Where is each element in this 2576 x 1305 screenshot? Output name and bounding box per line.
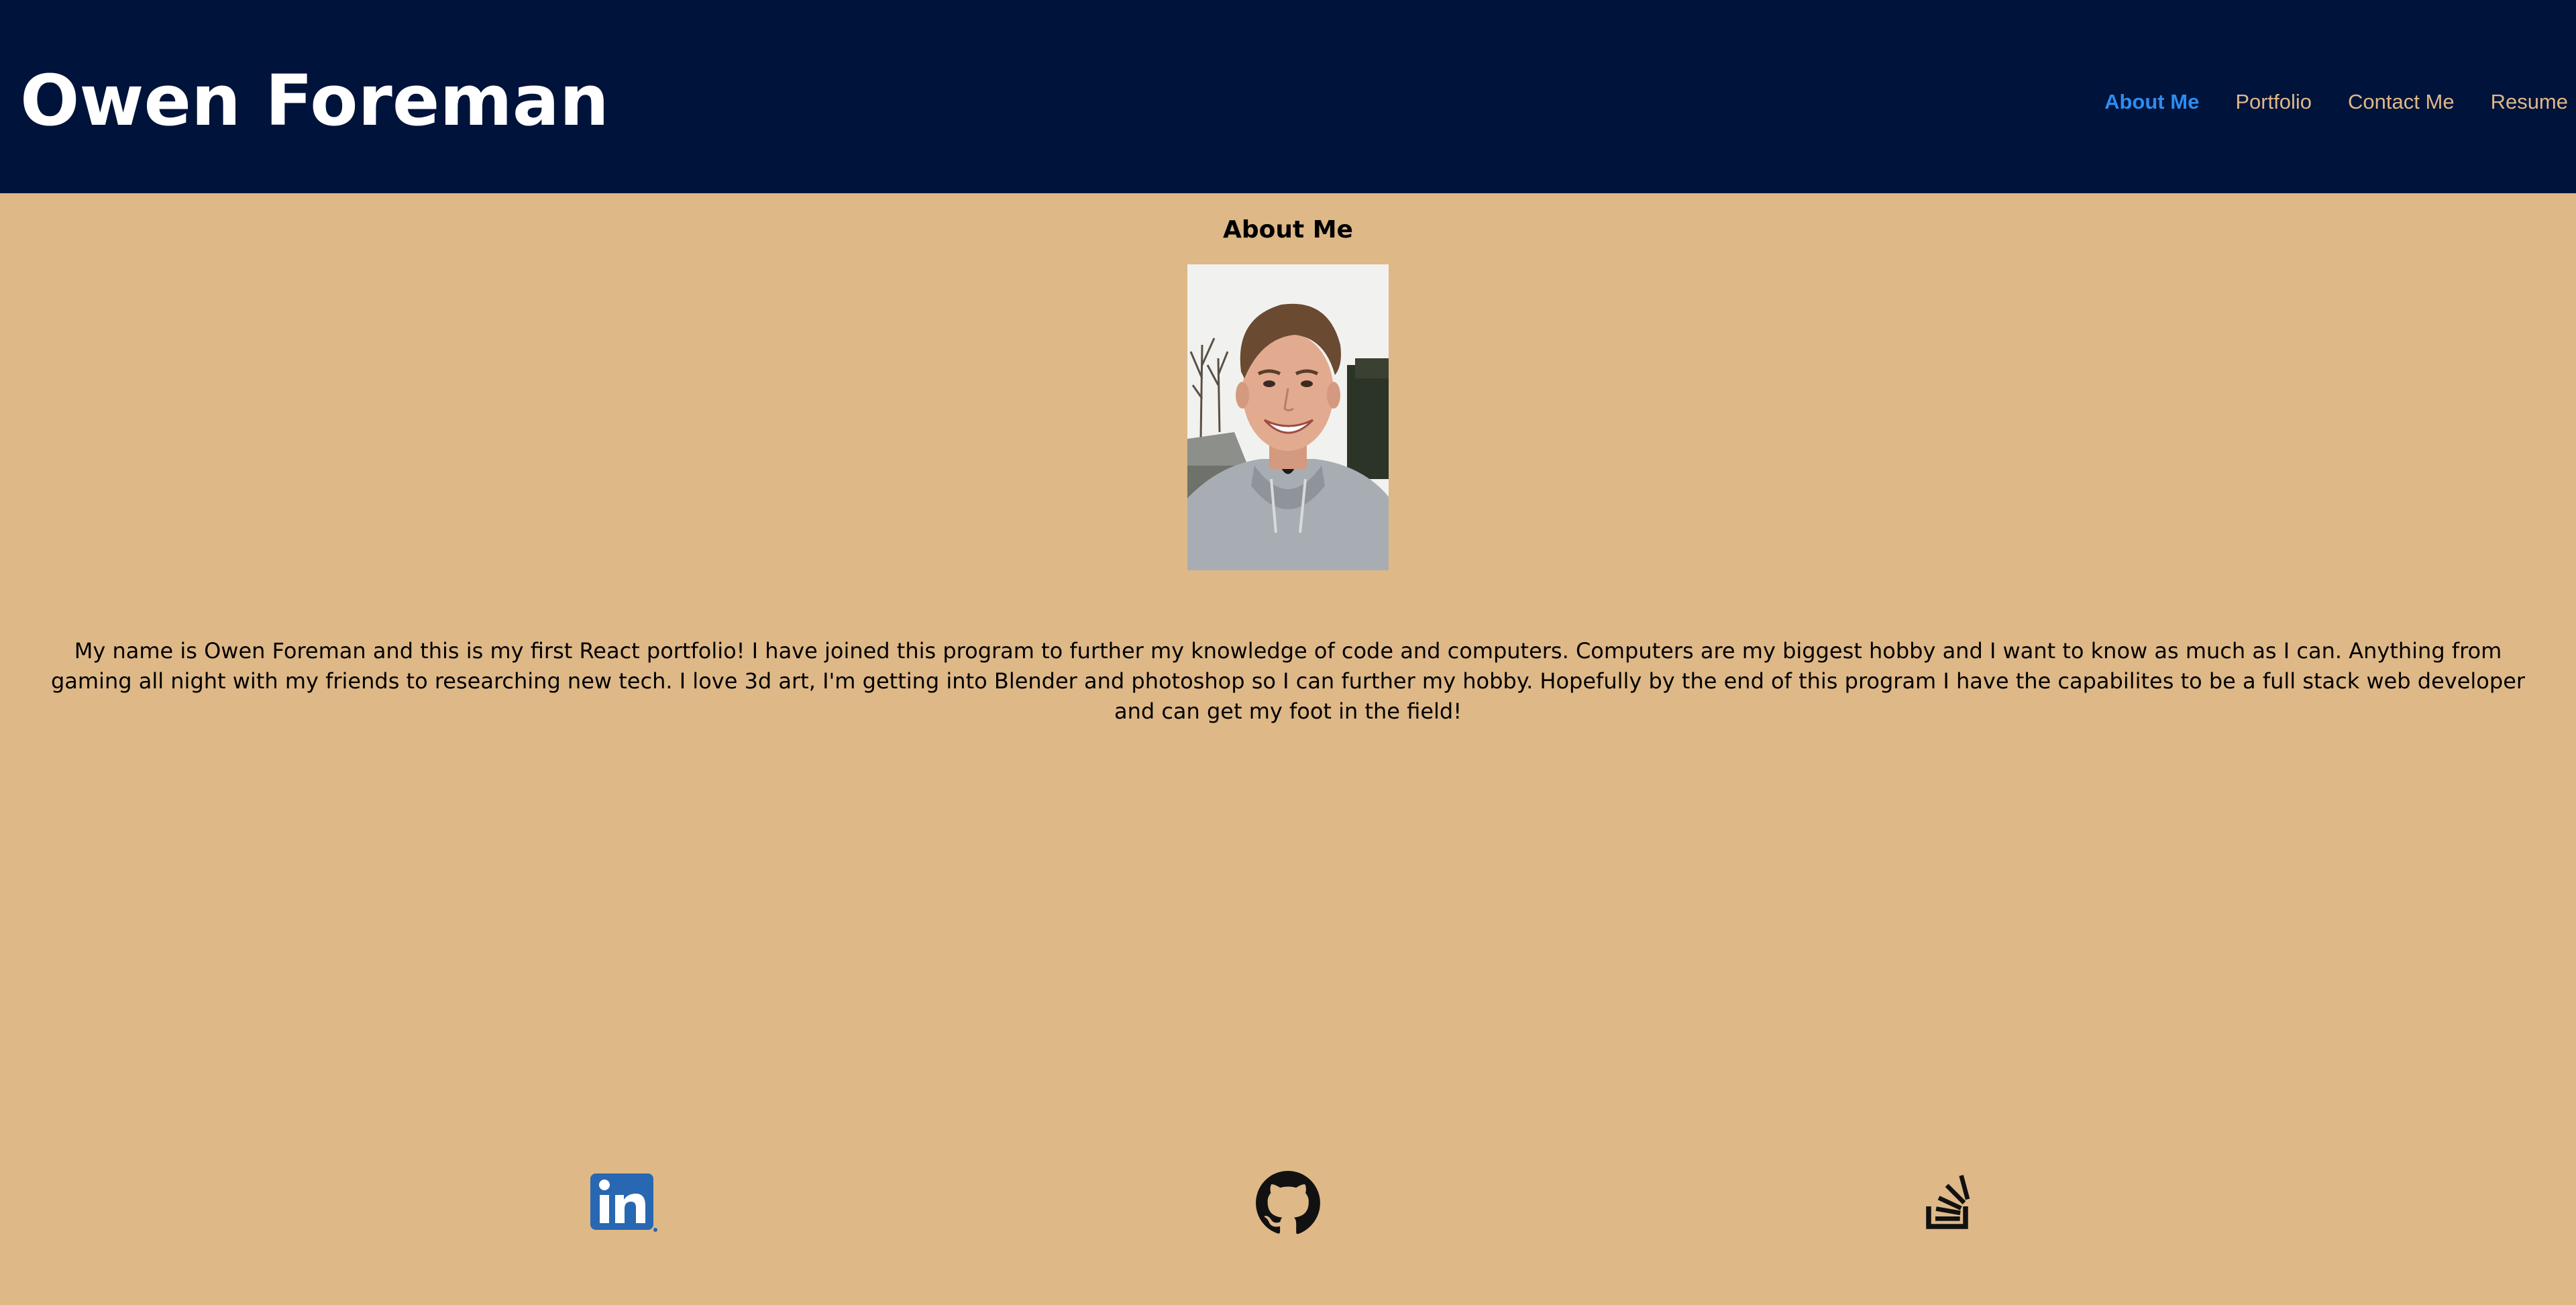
- main-nav: About Me Portfolio Contact Me Resume: [2104, 89, 2568, 115]
- nav-about-me[interactable]: About Me: [2104, 89, 2199, 115]
- site-header: Owen Foreman About Me Portfolio Contact …: [0, 0, 2576, 193]
- nav-portfolio[interactable]: Portfolio: [2235, 89, 2312, 115]
- github-icon: [1256, 1171, 1320, 1235]
- profile-photo: [1187, 264, 1389, 570]
- stack-overflow-icon: [1926, 1175, 1970, 1229]
- stack-overflow-link[interactable]: [1912, 1166, 1986, 1240]
- linkedin-link[interactable]: [587, 1166, 661, 1240]
- linkedin-icon: [590, 1173, 657, 1232]
- github-link[interactable]: [1251, 1166, 1325, 1240]
- site-title: Owen Foreman: [20, 60, 609, 142]
- about-heading: About Me: [1223, 216, 1353, 244]
- nav-contact-me[interactable]: Contact Me: [2348, 89, 2455, 115]
- bio-text: My name is Owen Foreman and this is my f…: [50, 638, 2526, 724]
- nav-resume[interactable]: Resume: [2491, 89, 2568, 115]
